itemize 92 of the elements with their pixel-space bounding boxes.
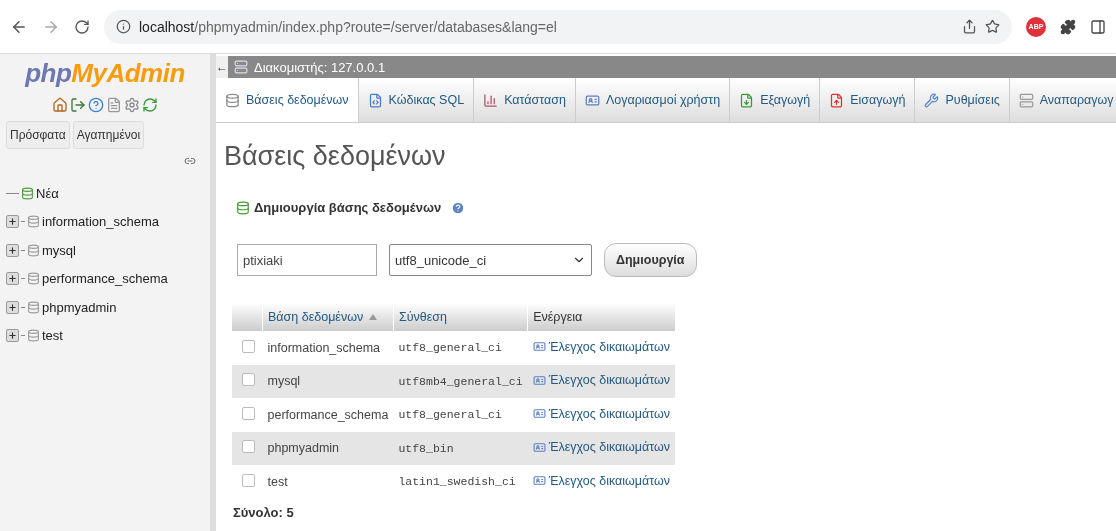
sidebar-tab-button[interactable]: Πρόσφατα <box>6 121 70 149</box>
id-card-icon <box>584 92 600 108</box>
database-link[interactable]: information_schema <box>267 340 381 355</box>
plus-icon <box>8 302 17 312</box>
column-header: Ενέργεια <box>533 310 583 324</box>
tree-item[interactable]: Νέα <box>36 185 59 201</box>
plus-icon <box>8 217 17 227</box>
database-link[interactable]: mysql <box>267 374 301 389</box>
tree-item[interactable]: phpmyadmin <box>42 299 117 315</box>
nav-tab[interactable]: Βάσεις δεδομένων <box>216 78 359 122</box>
create-button[interactable]: Δημιουργία <box>604 243 697 277</box>
expand-toggle[interactable] <box>6 300 19 314</box>
database-icon <box>27 329 40 343</box>
collation-select[interactable]: utf8_unicode_ci <box>389 244 592 276</box>
sort-ascending-icon <box>369 314 378 320</box>
database-icon <box>27 300 40 314</box>
expand-toggle[interactable] <box>6 215 19 229</box>
id-card-icon <box>532 340 546 353</box>
id-card-icon <box>532 373 546 387</box>
table-cell: utf8_general_ci <box>393 398 528 432</box>
row-checkbox[interactable] <box>242 339 255 353</box>
sidebar-tab-button[interactable]: Αγαπημένοι <box>72 121 145 149</box>
database-icon <box>27 243 40 257</box>
bar-chart-icon <box>483 92 499 108</box>
page-title: Βάσεις δεδομένων <box>224 141 447 172</box>
check-privileges-link[interactable]: Έλεγχος δικαιωμάτων <box>532 473 670 488</box>
database-link[interactable]: performance_schema <box>267 407 389 422</box>
phpmyadmin-logo[interactable]: phpMyAdmin <box>25 58 185 89</box>
total-count: Σύνολο: 5 <box>233 504 295 520</box>
database-icon <box>225 92 240 108</box>
nav-tab[interactable]: Κώδικας SQL <box>358 78 475 122</box>
database-icon <box>27 272 40 286</box>
tree-item[interactable]: performance_schema <box>42 271 168 287</box>
file-export-icon <box>739 92 755 108</box>
tree-item[interactable]: test <box>42 328 63 344</box>
id-card-icon <box>532 474 546 487</box>
row-checkbox[interactable] <box>242 473 255 487</box>
table-cell: utf8_bin <box>393 431 528 465</box>
server-label[interactable]: Διακομιστής: 127.0.0.1 <box>254 59 386 75</box>
extensions-icon[interactable] <box>1060 18 1076 35</box>
expand-toggle[interactable] <box>6 329 19 343</box>
help-icon[interactable] <box>88 97 104 113</box>
table-cell: utf8mb4_general_ci <box>393 364 528 398</box>
expand-toggle[interactable] <box>6 243 19 257</box>
settings-icon[interactable] <box>124 97 140 113</box>
nav-tab[interactable]: Λογαριασμοί χρήστη <box>575 78 731 122</box>
bookmark-star-icon[interactable] <box>985 19 1000 34</box>
side-panel-icon[interactable] <box>1090 18 1106 35</box>
logout-icon[interactable] <box>70 97 86 113</box>
row-checkbox[interactable] <box>242 373 255 387</box>
database-name-field[interactable]: ptixiaki <box>237 244 377 276</box>
nav-tab[interactable]: Εισαγωγή <box>820 78 916 122</box>
check-privileges-link[interactable]: Έλεγχος δικαιωμάτων <box>532 373 670 387</box>
check-privileges-link[interactable]: Έλεγχος δικαιωμάτων <box>532 339 670 354</box>
file-import-icon <box>829 92 845 108</box>
documentation-icon[interactable] <box>106 97 122 113</box>
nav-tab[interactable]: Ρυθμίσεις <box>915 78 1010 122</box>
address-bar[interactable]: localhost/phpmyadmin/index.php?route=/server/databases&lang=el <box>104 9 1012 44</box>
script-icon <box>367 92 383 108</box>
link-icon[interactable] <box>184 155 196 167</box>
database-link[interactable]: test <box>267 474 288 489</box>
section-heading: Δημιουργία βάσης δεδομένων <box>254 200 442 215</box>
nav-tab[interactable]: Κατάσταση <box>474 78 576 122</box>
database-icon <box>27 215 40 229</box>
database-link[interactable]: phpmyadmin <box>267 441 340 456</box>
plus-icon <box>8 331 17 341</box>
tree-item[interactable]: mysql <box>42 242 76 258</box>
new-database-icon <box>21 186 34 200</box>
collapse-button[interactable]: ← <box>216 56 228 78</box>
nav-tab[interactable]: Αναπαραγωγ <box>1009 78 1116 122</box>
reload-button[interactable] <box>74 18 90 35</box>
share-icon[interactable] <box>962 19 977 34</box>
column-header[interactable]: Σύνθεση <box>398 310 447 324</box>
check-privileges-link[interactable]: Έλεγχος δικαιωμάτων <box>532 440 670 454</box>
expand-toggle[interactable] <box>6 272 19 286</box>
nav-tab[interactable]: Εξαγωγή <box>730 78 821 122</box>
server-icon <box>234 60 248 74</box>
plus-icon <box>8 245 17 255</box>
id-card-icon <box>532 440 546 454</box>
wrench-icon <box>924 92 940 108</box>
reload-icon[interactable] <box>142 97 158 113</box>
id-card-icon <box>532 407 546 420</box>
new-database-icon <box>236 200 250 215</box>
info-icon <box>116 19 131 34</box>
server-icon <box>1018 92 1034 108</box>
home-icon[interactable] <box>52 97 68 113</box>
url-text: localhost/phpmyadmin/index.php?route=/server/databases&lang=el <box>139 18 557 35</box>
plus-icon <box>8 274 17 284</box>
row-checkbox[interactable] <box>242 406 255 420</box>
tree-item[interactable]: information_schema <box>42 214 160 230</box>
check-privileges-link[interactable]: Έλεγχος δικαιωμάτων <box>532 406 670 421</box>
row-checkbox[interactable] <box>242 440 255 454</box>
